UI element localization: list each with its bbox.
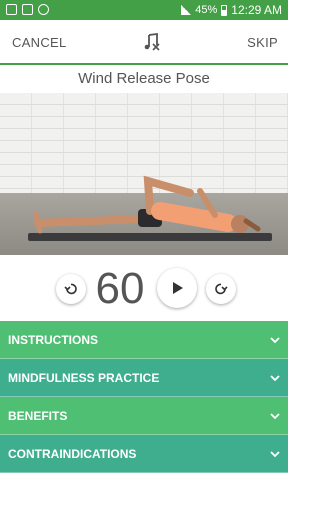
battery-icon — [221, 4, 228, 16]
cancel-button[interactable]: CANCEL — [12, 35, 67, 50]
chevron-down-icon — [270, 336, 280, 343]
battery-percent: 45% — [195, 4, 218, 16]
skip-button[interactable]: SKIP — [247, 35, 278, 50]
timer-controls: 60 — [0, 262, 288, 314]
play-icon — [173, 282, 183, 294]
chevron-down-icon — [270, 374, 280, 381]
rewind-icon — [64, 283, 77, 295]
section-benefits[interactable]: BENEFITS — [0, 397, 288, 435]
chevron-down-icon — [270, 412, 280, 419]
section-mindfulness-practice[interactable]: MINDFULNESS PRACTICE — [0, 359, 288, 397]
play-button[interactable] — [157, 268, 197, 308]
section-label: INSTRUCTIONS — [8, 332, 98, 347]
top-bar: CANCEL SKIP — [0, 20, 288, 65]
chevron-down-icon — [270, 450, 280, 457]
section-instructions[interactable]: INSTRUCTIONS — [0, 321, 288, 359]
pose-title: Wind Release Pose — [78, 70, 210, 87]
section-contraindications[interactable]: CONTRAINDICATIONS — [0, 435, 288, 473]
forward-button[interactable] — [206, 274, 236, 304]
music-off-icon[interactable] — [142, 32, 162, 52]
rewind-button[interactable] — [56, 274, 86, 304]
person-add-notification-icon — [38, 4, 49, 15]
pose-photo — [0, 93, 288, 255]
status-bar: 45% 12:29 AM — [0, 0, 288, 20]
section-label: BENEFITS — [8, 408, 68, 423]
info-sections: INSTRUCTIONS MINDFULNESS PRACTICE BENEFI… — [0, 321, 288, 473]
forward-icon — [215, 283, 228, 295]
clock: 12:29 AM — [231, 3, 282, 17]
timer-seconds: 60 — [95, 264, 145, 313]
section-label: MINDFULNESS PRACTICE — [8, 370, 160, 385]
gallery-notification-icon — [6, 4, 17, 15]
person-figure — [33, 175, 261, 234]
section-label: CONTRAINDICATIONS — [8, 446, 137, 461]
signal-icon — [181, 5, 192, 15]
image-notification-icon — [22, 4, 33, 15]
